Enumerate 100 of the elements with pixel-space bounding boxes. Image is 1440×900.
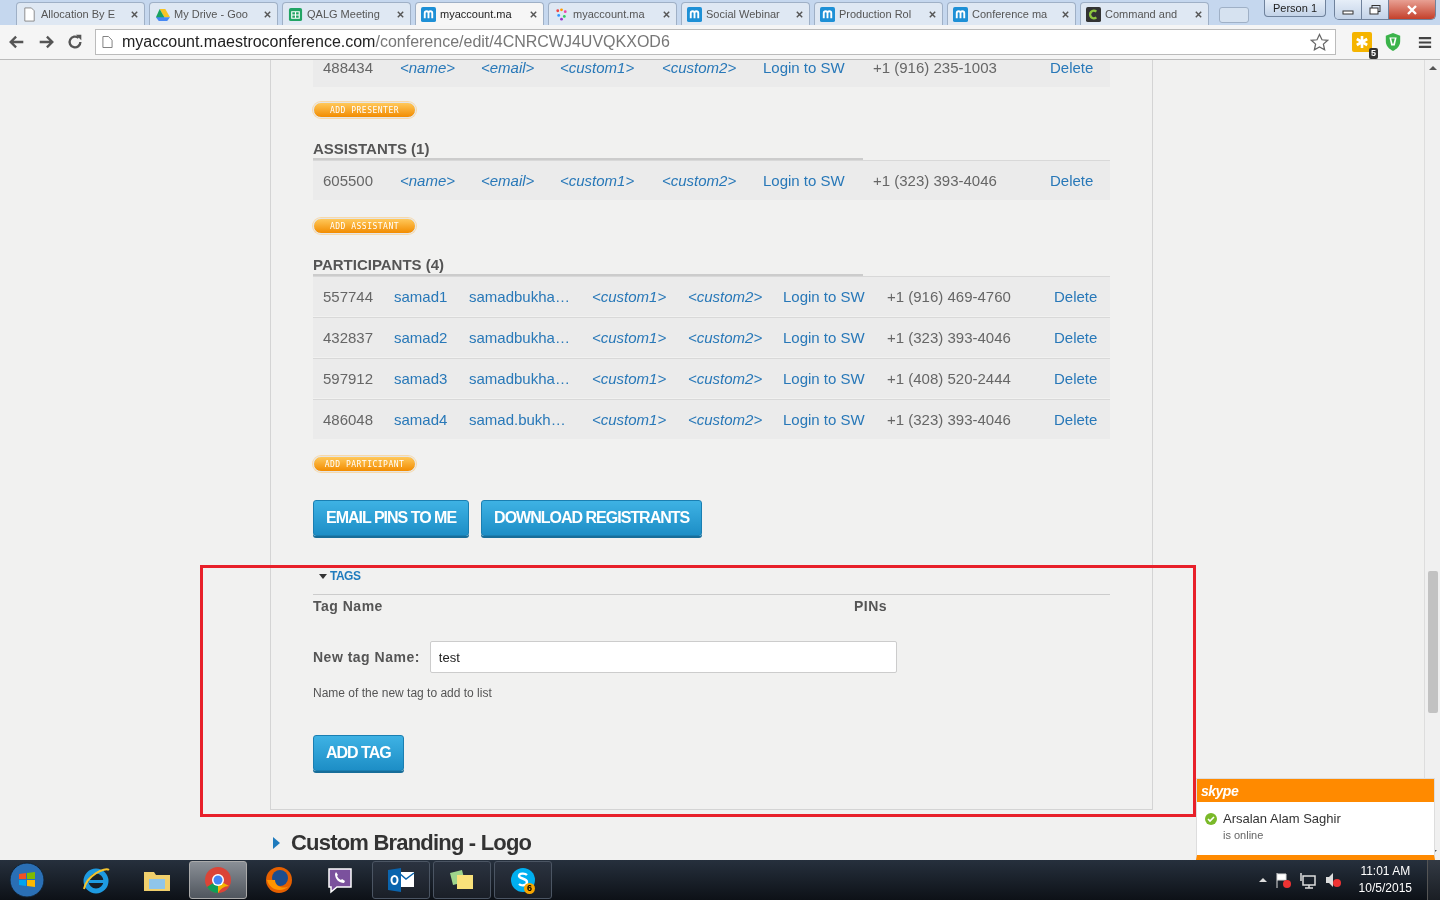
star-icon[interactable] bbox=[1310, 32, 1329, 52]
tab-title: My Drive - Goo bbox=[174, 8, 249, 20]
minimize-button[interactable] bbox=[1335, 0, 1362, 19]
mail-icon bbox=[386, 865, 416, 895]
table-cell: 486048 bbox=[323, 411, 374, 428]
table-link[interactable]: <custom1> bbox=[592, 370, 667, 387]
start-button[interactable] bbox=[9, 862, 45, 898]
forward-icon[interactable] bbox=[37, 33, 55, 51]
table-link[interactable]: Delete bbox=[1054, 370, 1098, 387]
table-link[interactable]: <custom1> bbox=[592, 288, 667, 305]
profile-button[interactable]: Person 1 bbox=[1263, 0, 1326, 17]
table-link[interactable]: Login to SW bbox=[783, 288, 865, 305]
close-icon[interactable] bbox=[130, 9, 139, 19]
browser-tab[interactable]: Command and bbox=[1080, 2, 1209, 25]
browser-tab[interactable]: myaccount.ma bbox=[415, 2, 544, 25]
table-link[interactable]: <email> bbox=[481, 172, 535, 189]
taskbar-button[interactable] bbox=[372, 861, 430, 899]
table-cell: +1 (323) 393-4046 bbox=[887, 411, 1011, 428]
close-icon[interactable] bbox=[662, 9, 671, 19]
table-link[interactable]: Delete bbox=[1050, 60, 1094, 76]
section-title[interactable]: Custom Branding - Logo bbox=[291, 830, 532, 856]
browser-tab[interactable]: Social Webinar bbox=[681, 2, 810, 25]
maximize-button[interactable] bbox=[1362, 0, 1389, 19]
table-link[interactable]: <custom2> bbox=[688, 370, 763, 387]
close-icon[interactable] bbox=[795, 9, 804, 19]
table-link[interactable]: <name> bbox=[400, 60, 456, 76]
table-link[interactable]: samadbukha… bbox=[469, 370, 570, 387]
table-link[interactable]: <email> bbox=[481, 60, 535, 76]
tab-title: Conference ma bbox=[972, 8, 1049, 20]
shield-icon[interactable] bbox=[1384, 32, 1402, 52]
table-link[interactable]: <name> bbox=[400, 172, 456, 189]
tab-title: Production Rol bbox=[839, 8, 913, 20]
table-link[interactable]: samad.bukh… bbox=[469, 411, 566, 428]
table-link[interactable]: samadbukha… bbox=[469, 288, 570, 305]
close-icon[interactable] bbox=[1194, 9, 1203, 19]
table-link[interactable]: samad3 bbox=[394, 370, 448, 387]
browser-tab[interactable]: Conference ma bbox=[947, 2, 1076, 25]
table-link[interactable]: samad4 bbox=[394, 411, 448, 428]
tags-toggle[interactable]: TAGS bbox=[319, 568, 361, 584]
table-link[interactable]: <custom1> bbox=[592, 329, 667, 346]
browser-tab[interactable]: Allocation By E bbox=[16, 2, 145, 25]
table-link[interactable]: Login to SW bbox=[763, 172, 845, 189]
table-link[interactable]: <custom2> bbox=[662, 60, 737, 76]
close-icon[interactable] bbox=[396, 9, 405, 19]
menu-icon[interactable] bbox=[1418, 35, 1432, 49]
table-link[interactable]: Login to SW bbox=[783, 370, 865, 387]
network-icon[interactable] bbox=[1298, 871, 1317, 889]
close-icon[interactable] bbox=[928, 9, 937, 19]
close-icon[interactable] bbox=[529, 9, 538, 19]
action-button[interactable]: EMAIL PINS TO ME bbox=[313, 500, 470, 536]
speaker-icon[interactable] bbox=[1323, 871, 1342, 889]
browser-tab[interactable]: My Drive - Goo bbox=[149, 2, 278, 25]
table-link[interactable]: Login to SW bbox=[783, 329, 865, 346]
scroll-up-icon[interactable] bbox=[1428, 65, 1437, 71]
table-cell: +1 (408) 520-2444 bbox=[887, 370, 1011, 387]
help-text: Name of the new tag to add to list bbox=[313, 686, 492, 700]
caret-icon[interactable] bbox=[273, 836, 281, 850]
close-button[interactable] bbox=[1389, 0, 1435, 19]
browser-tab[interactable]: myaccount.ma bbox=[548, 2, 677, 25]
notification-popup[interactable]: skype Arsalan Alam Saghir is online bbox=[1196, 778, 1435, 860]
close-icon[interactable] bbox=[1061, 9, 1070, 19]
extension-icon[interactable] bbox=[1352, 32, 1372, 52]
close-icon[interactable] bbox=[263, 9, 272, 19]
table-cell: 557744 bbox=[323, 288, 374, 305]
reload-icon[interactable] bbox=[66, 33, 84, 51]
table-link[interactable]: Delete bbox=[1054, 411, 1098, 428]
address-bar[interactable]: myaccount.maestroconference.com/conference/edit/4CNRCWJ4UVQKXOD6 bbox=[95, 29, 1336, 55]
browser-tab[interactable]: QALG Meeting bbox=[282, 2, 411, 25]
table-link[interactable]: <custom1> bbox=[560, 172, 635, 189]
table-link[interactable]: Delete bbox=[1054, 288, 1098, 305]
tag-name-field[interactable]: test bbox=[429, 641, 897, 673]
tab-title: myaccount.ma bbox=[440, 8, 513, 20]
clock[interactable]: 11:01 AM 10/5/2015 bbox=[1358, 863, 1412, 897]
spreadsheet-icon bbox=[288, 6, 303, 22]
table-link[interactable]: Login to SW bbox=[763, 60, 845, 76]
table-link[interactable]: samad2 bbox=[394, 329, 448, 346]
table-link[interactable]: <custom2> bbox=[688, 329, 763, 346]
table-link[interactable]: Delete bbox=[1050, 172, 1094, 189]
flag-icon[interactable] bbox=[1273, 871, 1292, 889]
table-link[interactable]: Delete bbox=[1054, 329, 1098, 346]
table-link[interactable]: Login to SW bbox=[783, 411, 865, 428]
table-link[interactable]: <custom1> bbox=[560, 60, 635, 76]
tab-title: Allocation By E bbox=[41, 8, 116, 20]
close-icon bbox=[1406, 4, 1418, 15]
table-link[interactable]: <custom2> bbox=[688, 288, 763, 305]
browser-tab[interactable]: Production Rol bbox=[814, 2, 943, 25]
taskbar-button[interactable]: 6 bbox=[494, 861, 552, 899]
maximize-icon bbox=[1369, 4, 1381, 15]
table-link[interactable]: samad1 bbox=[394, 288, 448, 305]
scroll-thumb[interactable] bbox=[1428, 571, 1438, 713]
show-hidden-icon[interactable] bbox=[1258, 877, 1267, 883]
table-link[interactable]: <custom2> bbox=[688, 411, 763, 428]
table-link[interactable]: samadbukha… bbox=[469, 329, 570, 346]
add-tag-button[interactable]: ADD TAG bbox=[313, 735, 404, 771]
tab-title: myaccount.ma bbox=[573, 8, 646, 20]
action-button[interactable]: DOWNLOAD REGISTRANTS bbox=[481, 500, 703, 536]
table-link[interactable]: <custom1> bbox=[592, 411, 667, 428]
taskbar-button[interactable] bbox=[433, 861, 491, 899]
back-icon[interactable] bbox=[8, 33, 26, 51]
table-link[interactable]: <custom2> bbox=[662, 172, 737, 189]
